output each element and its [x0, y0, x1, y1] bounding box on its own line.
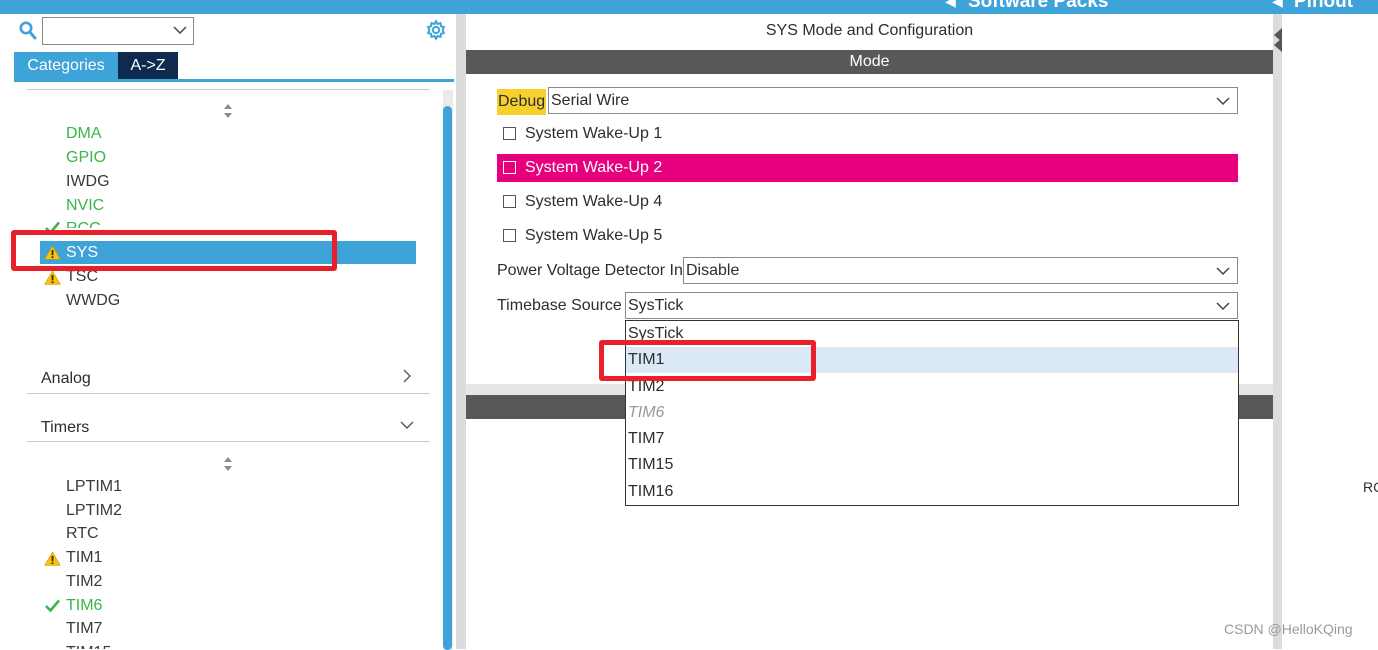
wakeup-5-row[interactable]: System Wake-Up 5 — [497, 222, 1238, 250]
right-splitter[interactable] — [1273, 14, 1282, 649]
categories-pane: Categories A->Z DMA GPIO IWDG NVIC RCC S… — [0, 14, 456, 650]
timer-item-lptim2[interactable]: LPTIM2 — [66, 500, 122, 522]
section-header-analog[interactable]: Analog — [41, 370, 91, 388]
timer-item-lptim1[interactable]: LPTIM1 — [66, 476, 122, 498]
wakeup-2-label: System Wake-Up 2 — [525, 159, 663, 176]
divider — [27, 393, 430, 394]
warning-icon — [44, 551, 61, 566]
chevron-down-icon — [1216, 302, 1230, 311]
timer-item-tim15[interactable]: TIM15 — [66, 642, 111, 649]
wakeup-4-label: System Wake-Up 4 — [525, 193, 663, 210]
chevron-down-icon[interactable] — [173, 25, 187, 35]
divider — [27, 89, 430, 90]
divider — [27, 441, 430, 442]
pvd-select-value: Disable — [686, 262, 740, 279]
chevron-right-icon[interactable] — [400, 369, 414, 383]
sort-arrows-icon[interactable] — [222, 456, 234, 472]
mode-section-header: Mode — [466, 50, 1273, 74]
timer-item-tim7[interactable]: TIM7 — [66, 618, 102, 640]
gear-icon[interactable] — [425, 19, 447, 41]
annotation-box-tim1 — [599, 340, 816, 381]
timer-item-tim2[interactable]: TIM2 — [66, 571, 102, 593]
pinout-menu[interactable]: Pinout — [1294, 0, 1353, 13]
timebase-option-tim7[interactable]: TIM7 — [626, 426, 1238, 452]
timebase-option-tim15[interactable]: TIM15 — [626, 452, 1238, 478]
wakeup-1-label: System Wake-Up 1 — [525, 125, 663, 142]
timebase-select[interactable]: SysTick — [625, 292, 1238, 319]
collapse-left-icon[interactable] — [1274, 38, 1282, 52]
timer-item-tim1[interactable]: TIM1 — [66, 547, 102, 569]
edge-text: RC — [1363, 479, 1378, 495]
wakeup-1-checkbox[interactable] — [503, 127, 516, 140]
category-item-gpio[interactable]: GPIO — [66, 147, 106, 169]
warning-icon — [44, 270, 61, 285]
wakeup-4-checkbox[interactable] — [503, 195, 516, 208]
wakeup-5-label: System Wake-Up 5 — [525, 227, 663, 244]
wakeup-2-row[interactable]: System Wake-Up 2 — [497, 154, 1238, 182]
wakeup-4-row[interactable]: System Wake-Up 4 — [497, 188, 1238, 216]
timebase-label: Timebase Source — [497, 297, 622, 314]
timer-item-tim6[interactable]: TIM6 — [66, 595, 102, 617]
pvd-label: Power Voltage Detector In — [497, 262, 683, 279]
sort-arrows-icon[interactable] — [222, 103, 234, 119]
timer-item-rtc[interactable]: RTC — [66, 523, 99, 545]
debug-label: Debug — [497, 89, 547, 115]
scrollbar-thumb[interactable] — [443, 106, 452, 650]
wakeup-5-checkbox[interactable] — [503, 229, 516, 242]
search-icon[interactable] — [19, 21, 37, 41]
section-header-timers[interactable]: Timers — [41, 419, 89, 437]
page-title: SYS Mode and Configuration — [765, 22, 974, 39]
arrow-left-icon: ◀ — [945, 0, 956, 9]
category-item-dma[interactable]: DMA — [66, 123, 102, 145]
category-item-wwdg[interactable]: WWDG — [66, 290, 120, 312]
timebase-option-tim16[interactable]: TIM16 — [626, 479, 1238, 505]
category-item-nvic[interactable]: NVIC — [66, 195, 104, 217]
chevron-down-icon — [1216, 97, 1230, 106]
timebase-select-value: SysTick — [628, 297, 684, 314]
arrow-left-icon: ◀ — [1272, 0, 1283, 9]
pinout-view-area — [1282, 14, 1378, 649]
debug-select-value: Serial Wire — [551, 92, 630, 109]
tab-categories[interactable]: Categories — [14, 52, 118, 80]
pvd-select[interactable]: Disable — [683, 257, 1238, 284]
watermark: CSDN @HelloKQing — [1224, 621, 1353, 637]
software-packs-menu[interactable]: Software Packs — [968, 0, 1108, 13]
annotation-box-sys — [11, 230, 337, 271]
wakeup-1-row[interactable]: System Wake-Up 1 — [497, 120, 1238, 148]
category-item-iwdg[interactable]: IWDG — [66, 171, 110, 193]
tab-a-to-z[interactable]: A->Z — [118, 52, 178, 80]
top-toolbar: ◀ Software Packs ◀ Pinout — [0, 0, 1378, 14]
wakeup-2-checkbox[interactable] — [503, 161, 516, 174]
chevron-down-icon — [1216, 267, 1230, 276]
timebase-option-tim6: TIM6 — [628, 404, 665, 421]
tabs-underline — [14, 79, 454, 82]
pane-splitter[interactable] — [456, 14, 466, 649]
category-item-rcc[interactable]: RCC — [66, 218, 101, 228]
check-icon — [45, 599, 60, 613]
chevron-down-icon[interactable] — [400, 418, 414, 432]
search-input[interactable] — [42, 17, 194, 45]
debug-select[interactable]: Serial Wire — [548, 87, 1238, 114]
